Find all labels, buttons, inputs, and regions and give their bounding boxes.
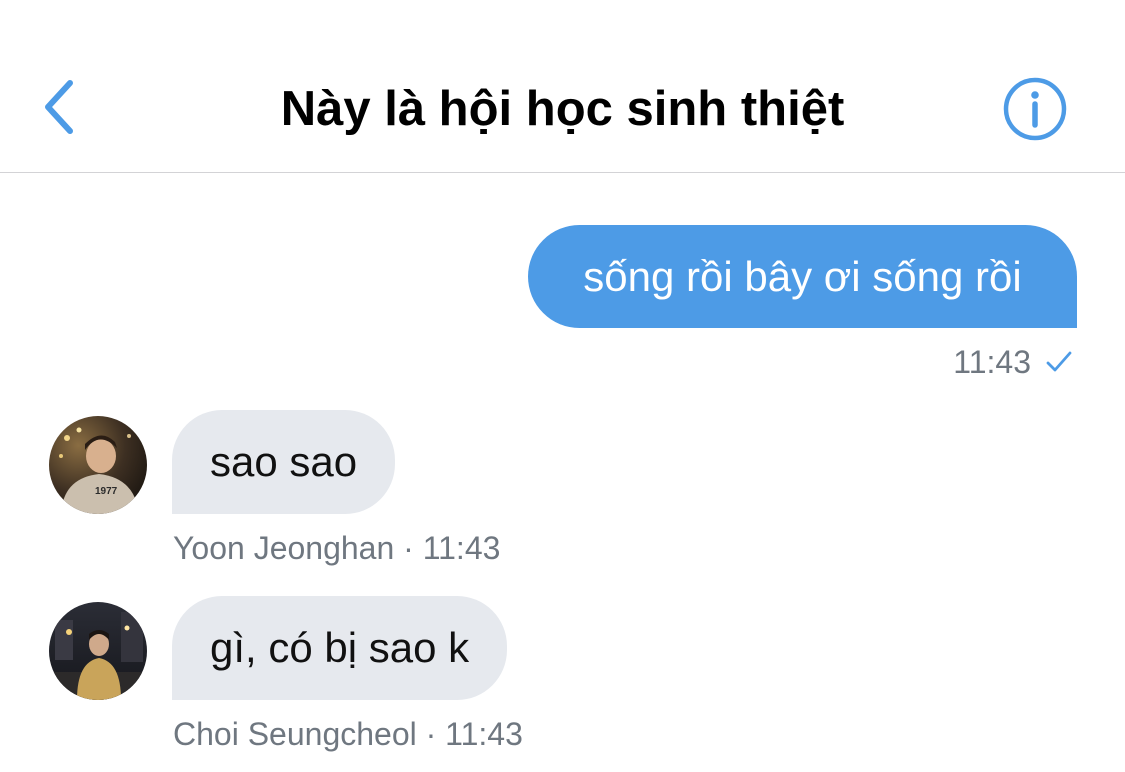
meta-separator: ·	[403, 530, 414, 566]
incoming-message-meta: Yoon Jeonghan · 11:43	[173, 528, 500, 568]
avatar-shirt-text: 1977	[95, 486, 118, 497]
message-time: 11:43	[953, 343, 1031, 380]
avatar[interactable]: 1977	[49, 416, 147, 514]
info-button[interactable]	[1000, 76, 1070, 142]
avatar-photo: 1977	[49, 416, 147, 514]
avatar-photo	[49, 602, 147, 700]
conversation-title: Này là hội học sinh thiệt	[280, 82, 845, 136]
outgoing-message-bubble[interactable]: sống rồi bây ơi sống rồi	[528, 225, 1077, 328]
incoming-message-bubble[interactable]: sao sao	[172, 410, 396, 514]
incoming-message-bubble[interactable]: gì, có bị sao k	[172, 596, 508, 700]
outgoing-message-meta: 11:43	[953, 340, 1073, 384]
avatar[interactable]	[49, 602, 147, 700]
check-icon	[1046, 351, 1072, 372]
chevron-left-icon	[45, 80, 73, 134]
meta-separator: ·	[425, 716, 437, 752]
conversation-screen: Này là hội học sinh thiệt sống rồi bây ơ…	[0, 0, 1125, 772]
sender-name: Yoon Jeonghan	[173, 530, 395, 566]
sender-name: Choi Seungcheol	[173, 716, 417, 752]
message-time: 11:43	[445, 716, 523, 752]
incoming-message-meta: Choi Seungcheol · 11:43	[173, 714, 523, 754]
back-button[interactable]	[30, 72, 90, 142]
conversation-header: Này là hội học sinh thiệt	[0, 0, 1125, 173]
message-time: 11:43	[422, 530, 501, 566]
info-circle-icon	[1003, 77, 1067, 141]
